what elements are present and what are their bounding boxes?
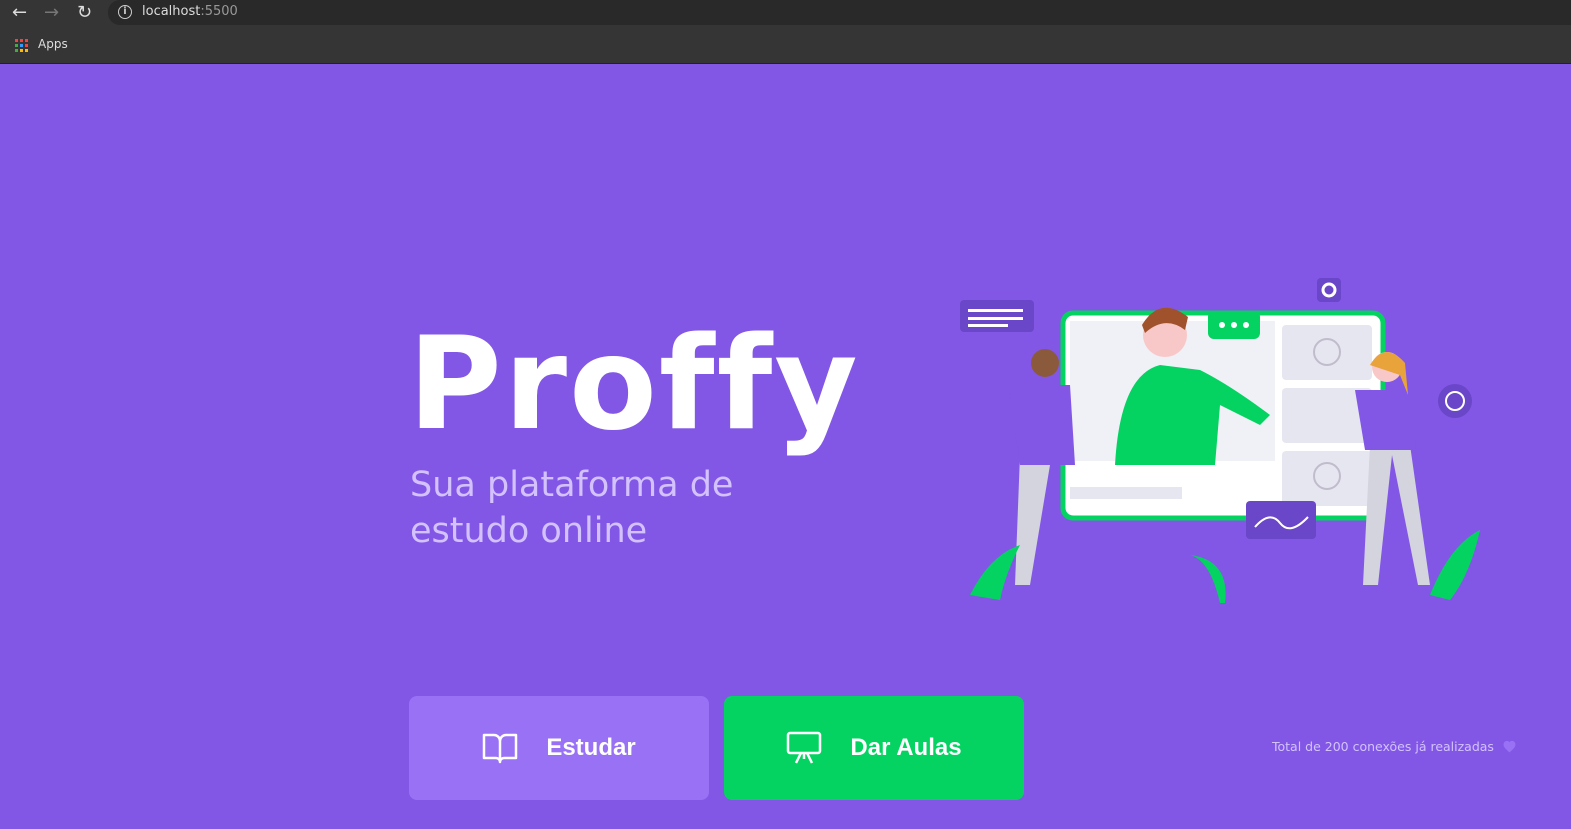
back-icon[interactable]: ← [12, 2, 27, 24]
info-icon[interactable]: i [118, 5, 132, 19]
reload-icon[interactable]: ↻ [77, 2, 92, 24]
plant-icon [1190, 555, 1226, 603]
study-button[interactable]: Estudar [409, 696, 709, 800]
apps-grid-icon[interactable] [15, 39, 28, 52]
connections-text: Total de 200 conexões já realizadas [1272, 739, 1494, 754]
plant-icon [970, 545, 1020, 600]
study-label: Estudar [546, 734, 636, 761]
heart-icon [1503, 740, 1516, 753]
teach-button[interactable]: Dar Aulas [724, 696, 1024, 800]
book-open-icon [483, 733, 518, 764]
clock-icon [1438, 384, 1472, 418]
bookmark-apps[interactable]: Apps [38, 37, 68, 51]
url-text: localhost:5500 [142, 4, 238, 19]
presentation-icon [787, 731, 822, 764]
url-port: :5500 [200, 4, 238, 19]
total-connections: Total de 200 conexões já realizadas [1272, 739, 1517, 754]
plant-icon [1430, 530, 1480, 600]
browser-toolbar: ← → ↻ i localhost:5500 [0, 0, 1571, 27]
student-left [1015, 455, 1050, 585]
address-bar[interactable]: i localhost:5500 [108, 0, 1571, 25]
bookmarks-bar: Apps [0, 27, 1571, 64]
student-right [1363, 445, 1430, 585]
forward-icon[interactable]: → [44, 2, 59, 24]
tagline: Sua plataforma de estudo online [410, 465, 734, 551]
gear-icon [1317, 278, 1341, 302]
text-bubble-icon [960, 300, 1034, 332]
hero-illustration [960, 278, 1480, 603]
url-host: localhost [142, 4, 201, 19]
teach-label: Dar Aulas [850, 734, 962, 761]
proffy-logo: Proffy [408, 310, 860, 459]
